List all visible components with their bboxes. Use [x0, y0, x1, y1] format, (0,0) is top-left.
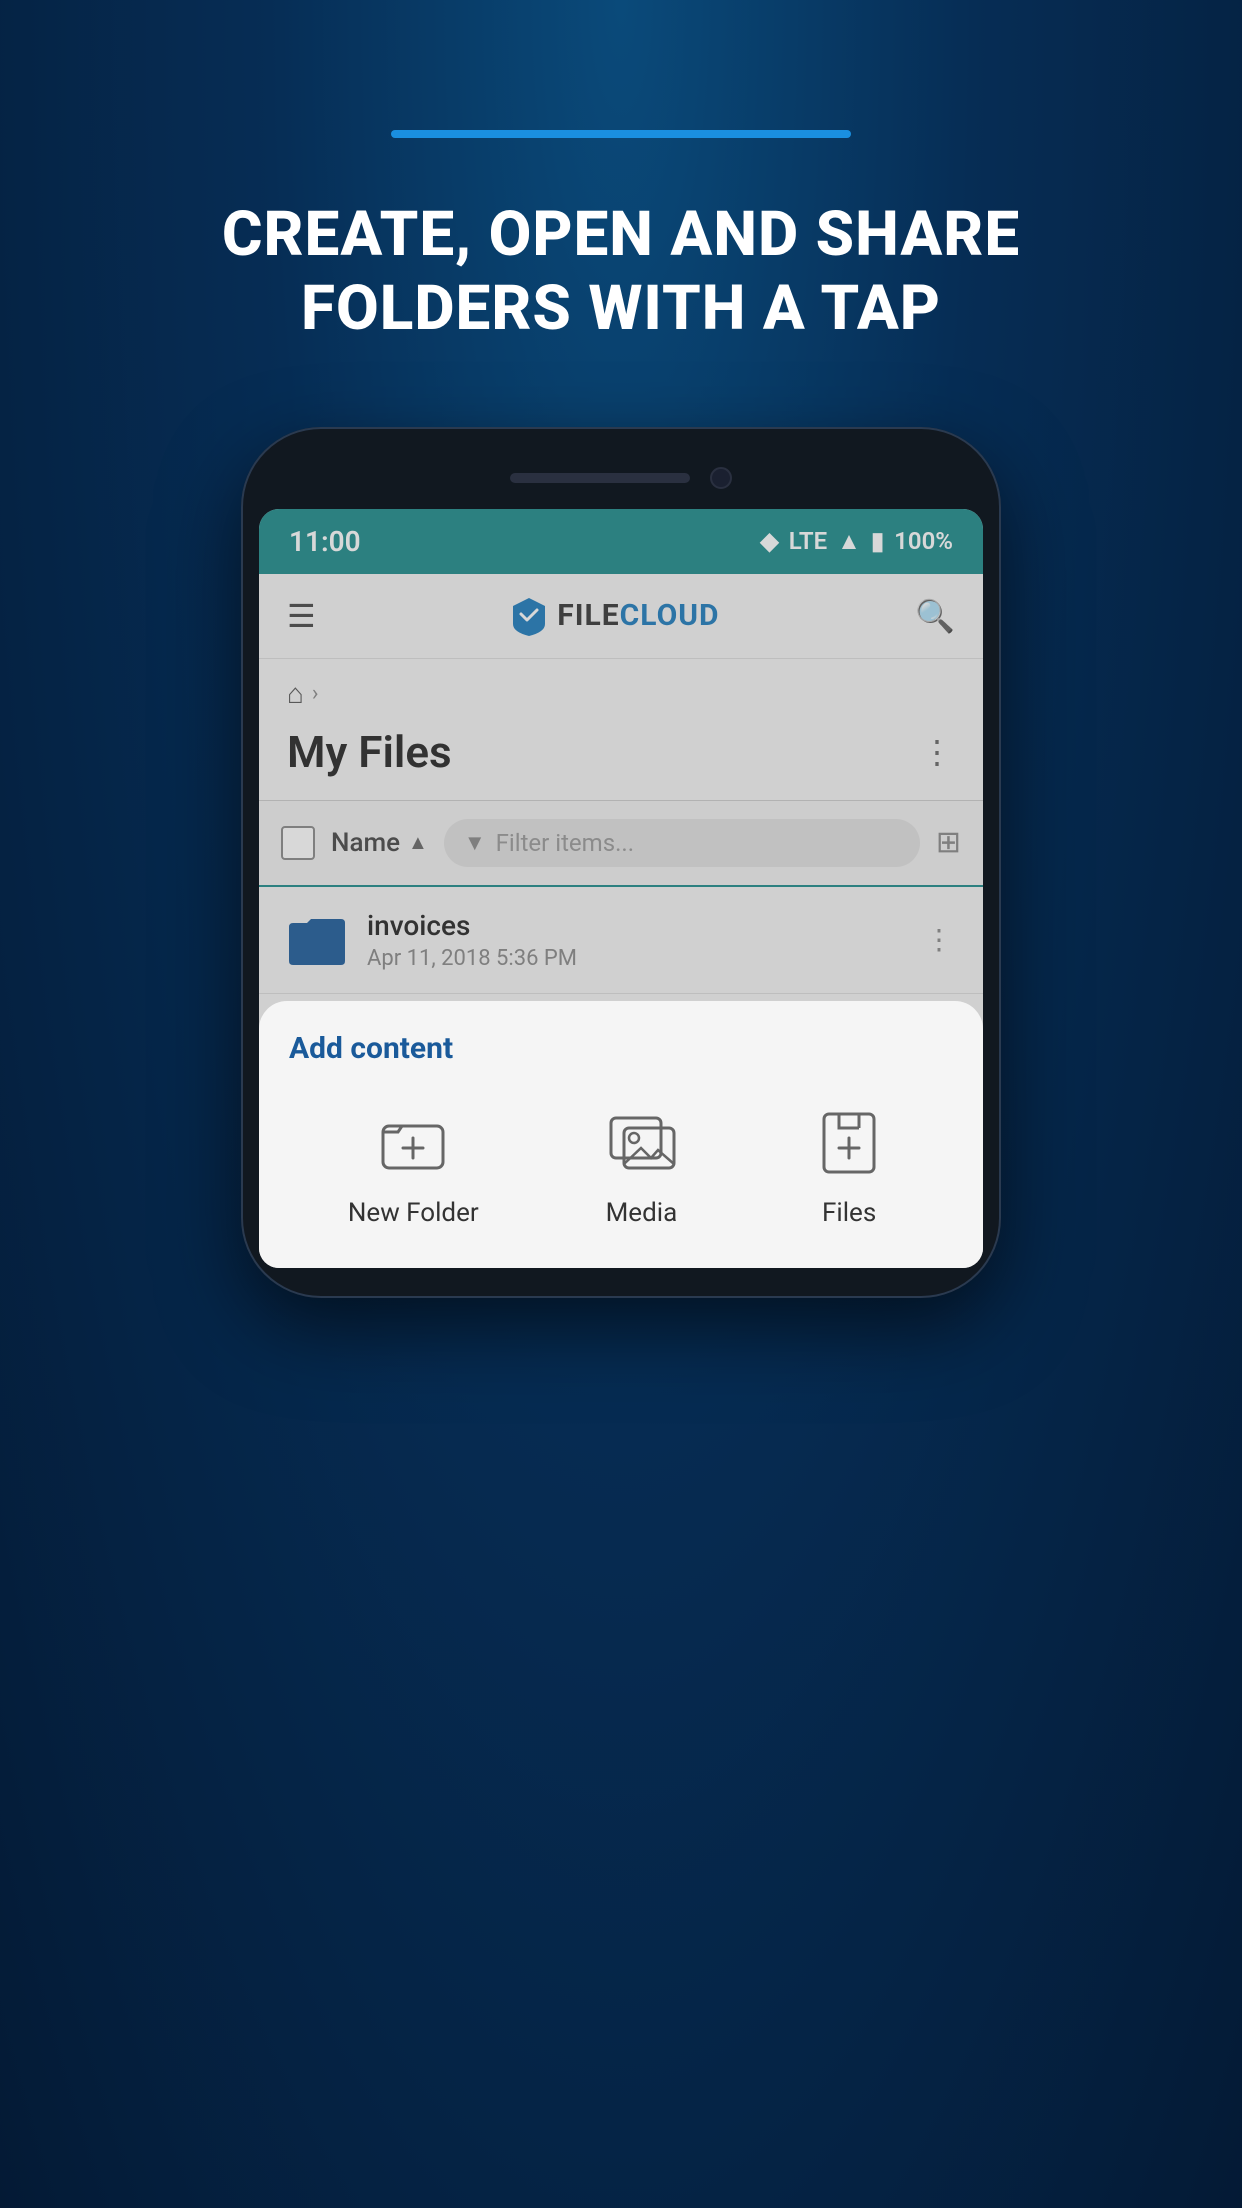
bottom-sheet-title: Add content: [289, 1031, 953, 1066]
filter-icon: ▼: [464, 830, 486, 856]
app-header: ☰ FILECLOUD 🔍: [259, 574, 983, 659]
hamburger-icon[interactable]: ☰: [287, 597, 316, 635]
battery-percent: 100%: [894, 527, 953, 555]
bottom-sheet: Add content New Folder: [259, 1001, 983, 1268]
files-label: Files: [822, 1198, 876, 1228]
action-new-folder[interactable]: New Folder: [348, 1096, 479, 1228]
action-media[interactable]: Media: [596, 1096, 686, 1228]
action-files[interactable]: Files: [804, 1096, 894, 1228]
filter-placeholder: Filter items...: [496, 829, 634, 857]
home-icon[interactable]: ⌂: [287, 677, 304, 710]
phone-screen: 11:00 ◆ LTE ▲ ▮ 100% ☰ F: [259, 509, 983, 1268]
status-time: 11:00: [289, 525, 361, 558]
speaker-bar: [510, 473, 690, 483]
logo-area: FILECLOUD: [511, 596, 719, 636]
logo-text: FILECLOUD: [557, 598, 719, 633]
file-meta: Apr 11, 2018 5:36 PM: [367, 946, 905, 971]
page-title-row: My Files ⋮: [259, 718, 983, 801]
new-folder-icon: [378, 1106, 448, 1176]
status-bar: 11:00 ◆ LTE ▲ ▮ 100%: [259, 509, 983, 574]
headline: CREATE, OPEN AND SHARE FOLDERS WITH A TA…: [0, 198, 1242, 347]
media-icon: [606, 1106, 676, 1176]
file-more-invoices[interactable]: ⋮: [925, 923, 955, 956]
page-more-icon[interactable]: ⋮: [921, 733, 955, 771]
files-icon-box: [804, 1096, 894, 1186]
status-icons: ◆ LTE ▲ ▮ 100%: [760, 527, 953, 556]
new-folder-label: New Folder: [348, 1198, 479, 1228]
camera-dot: [710, 467, 732, 489]
battery-icon: ▮: [871, 527, 884, 555]
media-icon-box: [596, 1096, 686, 1186]
breadcrumb: ⌂ ›: [259, 659, 983, 718]
sort-name-btn[interactable]: Name ▲: [331, 828, 428, 858]
phone-mockup: 11:00 ◆ LTE ▲ ▮ 100% ☰ F: [241, 427, 1001, 1298]
file-item-invoices[interactable]: invoices Apr 11, 2018 5:36 PM ⋮: [259, 887, 983, 994]
filter-bar: Name ▲ ▼ Filter items... ⊞: [259, 801, 983, 887]
files-icon: [814, 1106, 884, 1176]
search-icon[interactable]: 🔍: [915, 597, 955, 635]
wifi-icon: ◆: [760, 527, 778, 555]
sort-label: Name: [331, 828, 400, 858]
signal-icon: ▲: [837, 527, 861, 556]
phone-top-bar: [259, 457, 983, 509]
filecloud-logo-icon: [511, 596, 547, 636]
filter-input-area[interactable]: ▼ Filter items...: [444, 819, 920, 867]
sort-arrow: ▲: [408, 830, 428, 855]
new-folder-icon-box: [368, 1096, 458, 1186]
breadcrumb-chevron: ›: [312, 681, 319, 706]
page-title: My Files: [287, 726, 452, 778]
media-label: Media: [606, 1198, 678, 1228]
folder-icon-invoices: [287, 915, 347, 965]
file-name: invoices: [367, 909, 905, 942]
file-info-invoices: invoices Apr 11, 2018 5:36 PM: [367, 909, 905, 971]
select-all-checkbox[interactable]: [281, 826, 315, 860]
bottom-sheet-actions: New Folder Media: [289, 1096, 953, 1228]
lte-label: LTE: [789, 527, 827, 555]
accent-line: [391, 130, 851, 138]
grid-view-icon[interactable]: ⊞: [936, 825, 961, 860]
